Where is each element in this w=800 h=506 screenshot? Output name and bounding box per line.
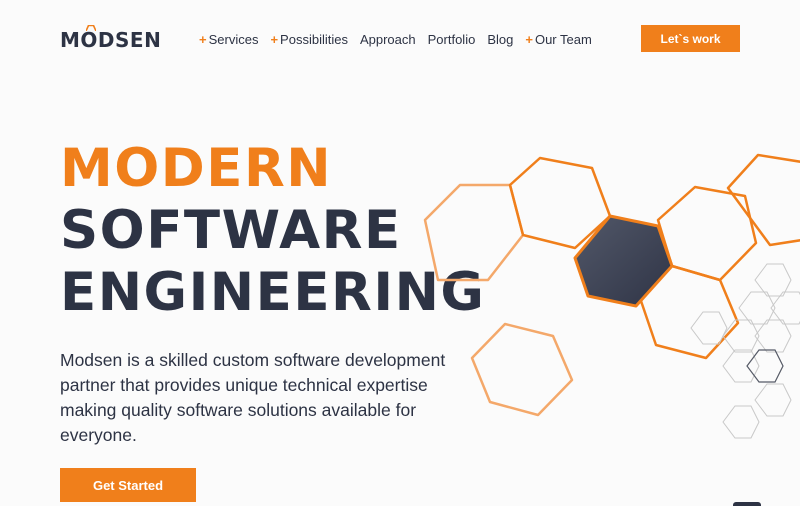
nav-item-label: Our Team: [534, 32, 592, 47]
hexagon-small: [722, 405, 760, 439]
hexagon-small: [754, 383, 792, 417]
nav-item-possibilities[interactable]: + Possibilities: [270, 32, 348, 47]
plus-icon: +: [525, 32, 533, 47]
nav-item-label: Approach: [359, 32, 416, 47]
hexagon-small: [722, 349, 760, 383]
nav-item-our-team[interactable]: + Our Team: [525, 32, 591, 47]
plus-icon: +: [270, 32, 279, 47]
logo-hex-icon: [86, 25, 96, 31]
hexagon-small-dark: [746, 349, 784, 383]
hexagon-small: [738, 291, 776, 325]
scroll-up-tab[interactable]: [733, 502, 761, 506]
nav-item-label: Services: [208, 32, 259, 47]
nav-item-label: Possibilities: [280, 32, 348, 47]
nav-item-services[interactable]: + Services: [199, 32, 258, 47]
nav-item-portfolio[interactable]: Portfolio: [428, 32, 476, 47]
hexagon-small: [722, 319, 760, 353]
nav-item-label: Blog: [487, 32, 514, 47]
main-nav: + Services + Possibilities Approach Port…: [199, 32, 604, 47]
hero-description: Modsen is a skilled custom software deve…: [60, 350, 446, 445]
hexagon-outline: [423, 183, 525, 282]
hexagon-filled: [573, 214, 674, 308]
hexagon-outline: [726, 153, 800, 247]
logo[interactable]: MODSEN: [60, 28, 161, 52]
lets-work-button[interactable]: Let`s work: [641, 25, 740, 52]
hexagon-small: [690, 311, 728, 345]
plus-icon: +: [199, 32, 207, 47]
hexagon-illustration: [423, 153, 800, 439]
nav-item-label: Portfolio: [427, 32, 476, 47]
nav-item-approach[interactable]: Approach: [360, 32, 416, 47]
nav-item-blog[interactable]: Blog: [487, 32, 513, 47]
hexagon-small: [754, 319, 792, 353]
hexagon-outline: [470, 322, 574, 417]
hexagon-small: [754, 263, 792, 297]
get-started-button[interactable]: Get Started: [60, 468, 196, 502]
